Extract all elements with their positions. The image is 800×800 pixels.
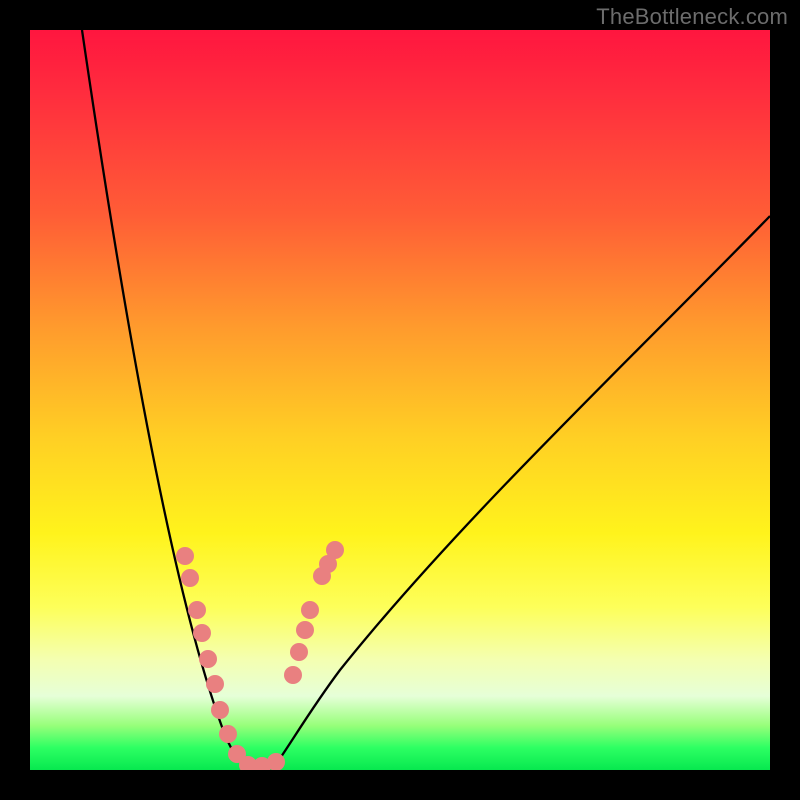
- data-dot: [199, 650, 217, 668]
- data-dot: [181, 569, 199, 587]
- data-dot: [188, 601, 206, 619]
- data-dot: [301, 601, 319, 619]
- data-dot: [313, 567, 331, 585]
- data-dot: [290, 643, 308, 661]
- right-curve: [252, 216, 770, 767]
- data-dot: [193, 624, 211, 642]
- watermark-text: TheBottleneck.com: [596, 4, 788, 30]
- left-curve: [82, 30, 252, 767]
- data-dot: [296, 621, 314, 639]
- data-dot: [219, 725, 237, 743]
- chart-frame: TheBottleneck.com: [0, 0, 800, 800]
- data-dot: [176, 547, 194, 565]
- curves-svg: [30, 30, 770, 770]
- data-dot: [206, 675, 224, 693]
- data-dot: [211, 701, 229, 719]
- plot-area: [30, 30, 770, 770]
- data-dot: [284, 666, 302, 684]
